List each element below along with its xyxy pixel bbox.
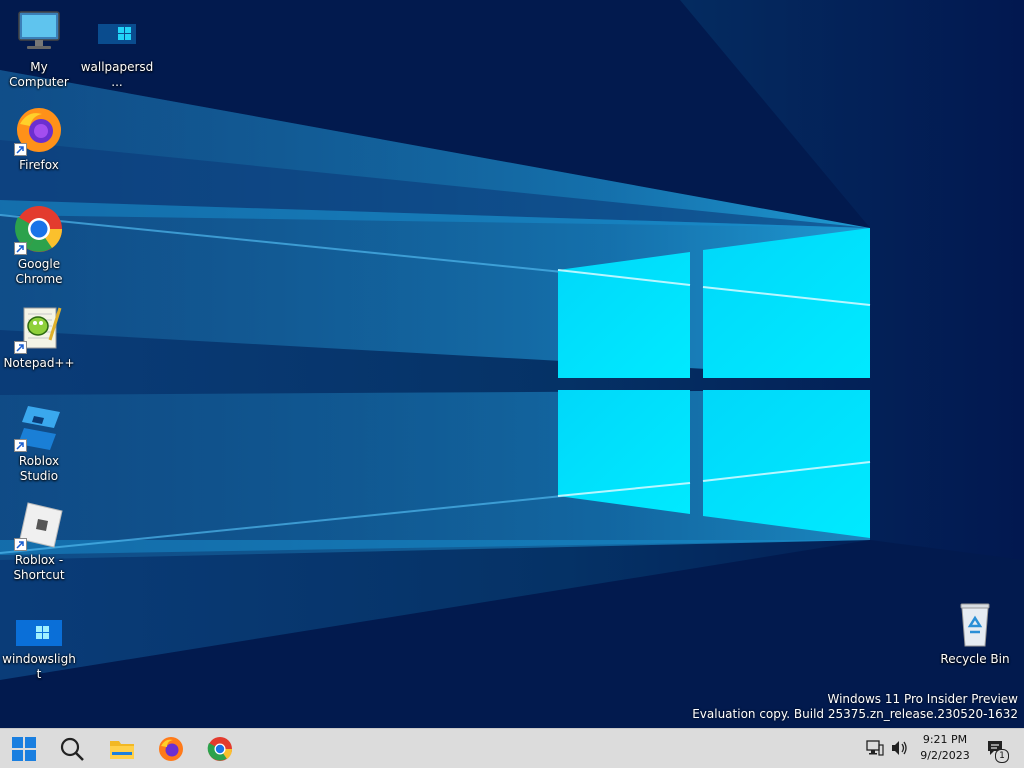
desktop-icon-firefox[interactable]: Firefox xyxy=(0,106,78,173)
notepadpp-icon xyxy=(14,304,64,354)
file-explorer-icon xyxy=(110,741,134,759)
firefox-icon xyxy=(14,106,64,156)
desktop-icon-recycle-bin[interactable]: Recycle Bin xyxy=(936,600,1014,667)
firefox-taskbar-button[interactable] xyxy=(155,733,187,765)
chrome-icon xyxy=(14,205,64,255)
recycle-bin-icon xyxy=(950,600,1000,650)
watermark-line-2: Evaluation copy. Build 25375.zn_release.… xyxy=(692,707,1018,721)
desktop-icon-wallpapersd[interactable]: wallpapersd... xyxy=(78,8,156,90)
clock-time: 9:21 PM xyxy=(922,733,968,746)
file-explorer-button[interactable] xyxy=(106,733,138,765)
desktop-icon-roblox-shortcut[interactable]: Roblox - Shortcut xyxy=(0,501,78,583)
desktop-icon-my-computer[interactable]: My Computer xyxy=(0,8,78,90)
tray-clock[interactable]: 9:21 PM 9/2/2023 xyxy=(912,732,978,764)
shortcut-arrow-icon xyxy=(14,439,27,452)
shortcut-arrow-icon xyxy=(14,538,27,551)
start-icon xyxy=(12,737,36,761)
desktop-icon-roblox-studio[interactable]: Roblox Studio xyxy=(0,402,78,484)
roblox-studio-icon xyxy=(14,402,64,452)
desktop-icon-notepadpp[interactable]: Notepad++ xyxy=(0,304,78,371)
desktop-icon-label: Firefox xyxy=(19,158,59,172)
search-button[interactable] xyxy=(56,733,88,765)
roblox-icon xyxy=(14,501,64,551)
desktop-icon-label: Google Chrome xyxy=(15,257,63,286)
shortcut-arrow-icon xyxy=(14,143,27,156)
chrome-icon xyxy=(207,737,233,761)
shortcut-arrow-icon xyxy=(14,242,27,255)
desktop-icon-label: windowslight xyxy=(2,652,76,681)
desktop: My Computer wallpapersd... Firefox Googl… xyxy=(0,0,1024,728)
watermark-line-1: Windows 11 Pro Insider Preview xyxy=(827,692,1018,706)
monitor-icon xyxy=(14,8,64,58)
desktop-icon-windowslight[interactable]: windowslight xyxy=(0,600,78,682)
image-file-icon xyxy=(92,8,142,58)
start-button[interactable] xyxy=(8,733,40,765)
network-icon[interactable] xyxy=(866,739,884,757)
windows-watermark: Windows 11 Pro Insider Preview Evaluatio… xyxy=(692,692,1018,722)
search-icon xyxy=(60,737,84,761)
desktop-icon-label: Roblox Studio xyxy=(18,454,60,483)
desktop-icon-label: My Computer xyxy=(9,60,69,89)
image-file-icon xyxy=(14,600,64,650)
chrome-taskbar-button[interactable] xyxy=(204,733,236,765)
desktop-icon-google-chrome[interactable]: Google Chrome xyxy=(0,205,78,287)
volume-icon[interactable] xyxy=(890,739,908,757)
desktop-icon-label: Recycle Bin xyxy=(940,652,1010,666)
notification-count-badge: 1 xyxy=(995,749,1009,763)
shortcut-arrow-icon xyxy=(14,341,27,354)
clock-date: 9/2/2023 xyxy=(920,749,970,762)
desktop-icon-label: Roblox - Shortcut xyxy=(13,553,65,582)
notification-center-button[interactable]: 1 xyxy=(984,737,1010,763)
desktop-icon-label: Notepad++ xyxy=(3,356,75,370)
wallpaper xyxy=(0,0,1024,728)
firefox-icon xyxy=(159,737,183,761)
taskbar: 9:21 PM 9/2/2023 1 xyxy=(0,728,1024,768)
desktop-icon-label: wallpapersd... xyxy=(80,60,154,89)
